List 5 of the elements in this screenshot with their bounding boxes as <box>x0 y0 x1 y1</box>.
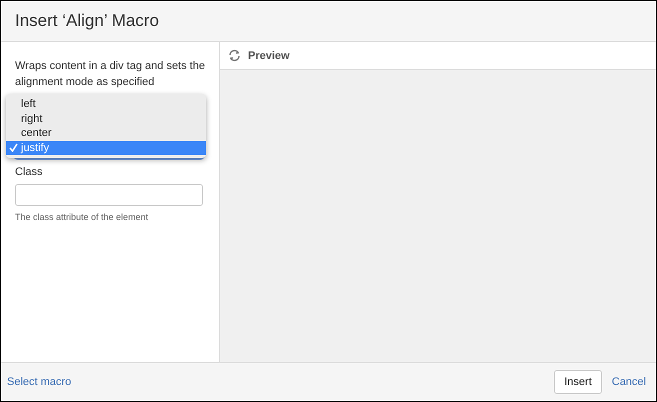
field-label: Class <box>15 166 44 178</box>
macro-description: Wraps content in a div tag and sets the alignment mode as specified <box>15 59 206 90</box>
field-hint: The class attribute of the element <box>15 212 150 222</box>
preview-title: Preview <box>248 50 290 62</box>
dialog-title: Insert ‘Align’ Macro <box>15 11 159 31</box>
